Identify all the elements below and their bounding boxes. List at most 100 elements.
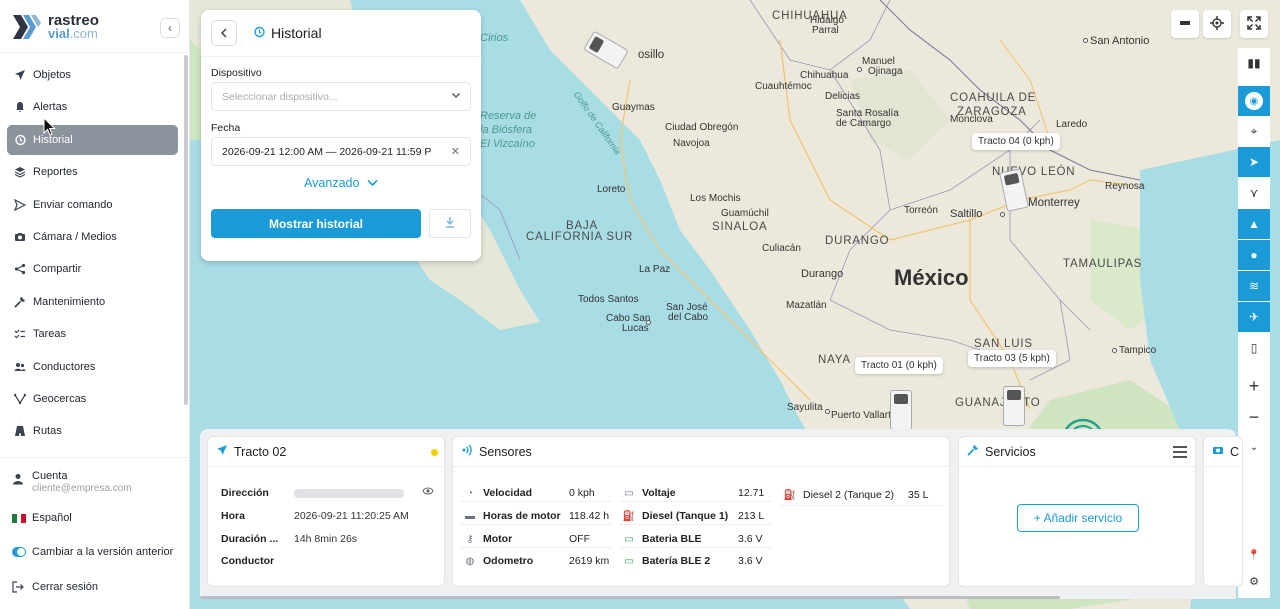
sensor-value: 118.42 h bbox=[569, 510, 610, 522]
vehicle-label-tracto-04[interactable]: Tracto 04 (0 kph) bbox=[972, 133, 1060, 150]
fullscreen-button[interactable] bbox=[1240, 10, 1268, 38]
map-label-country: México bbox=[894, 265, 969, 290]
sidebar-item-camara-medios[interactable]: Cámara / Medios bbox=[7, 222, 178, 252]
sensor-value: 35 L bbox=[908, 489, 929, 501]
sidebar-item-objetos[interactable]: Objetos bbox=[7, 60, 178, 90]
sidebar-item-conductores[interactable]: Conductores bbox=[7, 352, 178, 382]
crosshair-icon bbox=[1210, 15, 1224, 33]
sidebar-item-reportes[interactable]: Reportes bbox=[7, 157, 178, 187]
services-card: Servicios + Añadir servicio bbox=[958, 436, 1196, 587]
divider bbox=[620, 501, 772, 502]
download-button[interactable] bbox=[429, 209, 471, 238]
sidebar-item-geocercas[interactable]: Geocercas bbox=[7, 384, 178, 414]
chevron-down-icon: ⌄ bbox=[1249, 441, 1259, 453]
sensor-engine: ⚷ Motor OFF bbox=[463, 531, 590, 547]
logo[interactable]: rastreo vial.com bbox=[10, 10, 99, 44]
history-panel-header: Historial bbox=[201, 10, 481, 57]
map-label-state: DURANGO bbox=[825, 235, 890, 247]
map-label-city: Reynosa bbox=[1105, 181, 1145, 192]
sidebar-scrollbar[interactable] bbox=[184, 55, 188, 405]
logout-button[interactable]: Cerrar sesión bbox=[12, 581, 98, 593]
status-dot bbox=[431, 449, 438, 456]
truck-icon[interactable] bbox=[1003, 386, 1025, 426]
map-label-city: Durango bbox=[801, 268, 844, 280]
toggle-icon bbox=[12, 547, 26, 557]
vehicle-row-address: Dirección bbox=[221, 487, 404, 499]
add-service-button[interactable]: + Añadir servicio bbox=[1017, 504, 1139, 532]
sidebar-item-label: Rutas bbox=[33, 425, 62, 438]
sidebar-item-mantenimiento[interactable]: Mantenimiento bbox=[7, 287, 178, 317]
sidebar-item-compartir[interactable]: Compartir bbox=[7, 254, 178, 284]
show-history-button[interactable]: Mostrar historial bbox=[211, 209, 421, 238]
map-label-city: Monclova bbox=[950, 114, 993, 125]
ruler-button[interactable] bbox=[1171, 10, 1199, 38]
tool-button[interactable]: ◉ bbox=[1238, 86, 1270, 116]
device-select[interactable]: Seleccionar dispositivo... bbox=[211, 82, 471, 111]
tool-button[interactable]: ✈ bbox=[1238, 302, 1270, 332]
send-icon bbox=[13, 198, 27, 212]
advanced-toggle[interactable]: Avanzado bbox=[201, 176, 481, 190]
truck-icon[interactable] bbox=[890, 390, 912, 430]
sidebar-nav: Objetos Alertas Historial Reportes Envia… bbox=[7, 60, 178, 449]
tool-button[interactable]: ⋎ bbox=[1238, 178, 1270, 208]
page-title: Historial bbox=[271, 25, 322, 41]
signal-icon bbox=[461, 444, 473, 459]
sidebar-item-alertas[interactable]: Alertas bbox=[7, 92, 178, 122]
navigation-arrow-icon: ➤ bbox=[1248, 155, 1260, 169]
date-range-input[interactable]: 2026-09-21 12:00 AM — 2026-09-21 11:59 P… bbox=[211, 137, 471, 166]
sidebar-item-enviar-comando[interactable]: Enviar comando bbox=[7, 190, 178, 220]
target-icon: ◉ bbox=[1245, 92, 1263, 110]
back-button[interactable] bbox=[211, 20, 237, 46]
close-icon[interactable]: ✕ bbox=[451, 145, 460, 158]
map-layers-button[interactable]: ▮▮ bbox=[1238, 48, 1270, 78]
sensor-value: 3.6 V bbox=[738, 555, 763, 567]
menu-icon[interactable] bbox=[1173, 446, 1187, 461]
collapse-sidebar-button[interactable]: ‹ bbox=[160, 18, 180, 38]
pin-icon: 📍 bbox=[1247, 549, 1261, 561]
vehicle-label-tracto-03[interactable]: Tracto 03 (5 kph) bbox=[968, 350, 1056, 367]
zoom-out-button[interactable]: − bbox=[1238, 402, 1270, 432]
sidebar-item-label: Reportes bbox=[33, 166, 78, 179]
row-label: Hora bbox=[221, 510, 245, 522]
sidebar-item-label: Compartir bbox=[33, 263, 82, 276]
navigation-arrow-icon bbox=[216, 444, 228, 459]
zoom-in-button[interactable]: + bbox=[1238, 371, 1270, 401]
sidebar-item-historial[interactable]: Historial bbox=[7, 124, 178, 155]
sensors-card: Sensores ◔ Velocidad 0 kph ▬ Horas de mo… bbox=[452, 436, 950, 587]
sensor-value: 12.71 bbox=[738, 487, 765, 499]
sidebar-item-tareas[interactable]: Tareas bbox=[7, 319, 178, 349]
map-label-city: Cuauhtémoc bbox=[755, 81, 812, 92]
language-selector[interactable]: Español bbox=[12, 512, 72, 524]
gear-icon: ⚙ bbox=[1249, 575, 1259, 588]
account-menu[interactable]: Cuenta cliente@empresa.com bbox=[12, 470, 132, 494]
tool-button[interactable]: ➤ bbox=[1238, 147, 1270, 177]
sensor-ble-battery: ▭ Bateria BLE 3.6 V bbox=[622, 531, 762, 547]
vehicle-row-driver: Conductor bbox=[221, 555, 274, 567]
tool-button[interactable]: ⌖ bbox=[1238, 116, 1270, 146]
row-label: Duración ... bbox=[221, 533, 279, 545]
tool-button[interactable]: ≋ bbox=[1238, 271, 1270, 301]
map-label-city: Navojoa bbox=[673, 138, 710, 149]
locate-button[interactable] bbox=[1203, 10, 1231, 38]
account-label: Cuenta bbox=[32, 470, 68, 482]
sensor-value: 3.6 V bbox=[738, 533, 763, 545]
minus-icon: − bbox=[1248, 406, 1260, 427]
services-title: Servicios bbox=[985, 444, 1036, 459]
map-label-city: San Antonio bbox=[1090, 35, 1150, 47]
map-label-city: Chihuahua bbox=[800, 70, 849, 81]
vehicle-label-tracto-01[interactable]: Tracto 01 (0 kph) bbox=[855, 357, 943, 374]
tool-button[interactable]: ▯ bbox=[1238, 333, 1270, 363]
dock-scrollbar[interactable] bbox=[200, 596, 1060, 599]
sensor-speed: ◔ Velocidad 0 kph bbox=[463, 485, 595, 501]
map-pin-icon: ● bbox=[1250, 248, 1258, 262]
map-label-city: Monterrey bbox=[1028, 197, 1080, 209]
sidebar-item-rutas[interactable]: Rutas bbox=[7, 416, 178, 446]
switch-version-toggle[interactable]: Cambiar a la versión anterior bbox=[12, 546, 173, 558]
divider bbox=[461, 524, 611, 525]
tool-button[interactable]: ● bbox=[1238, 240, 1270, 270]
vehicle-row-time: Hora 2026-09-21 11:20:25 AM bbox=[221, 510, 409, 522]
eye-icon[interactable] bbox=[422, 486, 434, 499]
tool-button[interactable]: ▲ bbox=[1238, 209, 1270, 239]
sidebar: rastreo vial.com ‹ Objetos Alertas Histo… bbox=[0, 0, 190, 609]
fuel-icon: ⛽ bbox=[622, 510, 636, 522]
